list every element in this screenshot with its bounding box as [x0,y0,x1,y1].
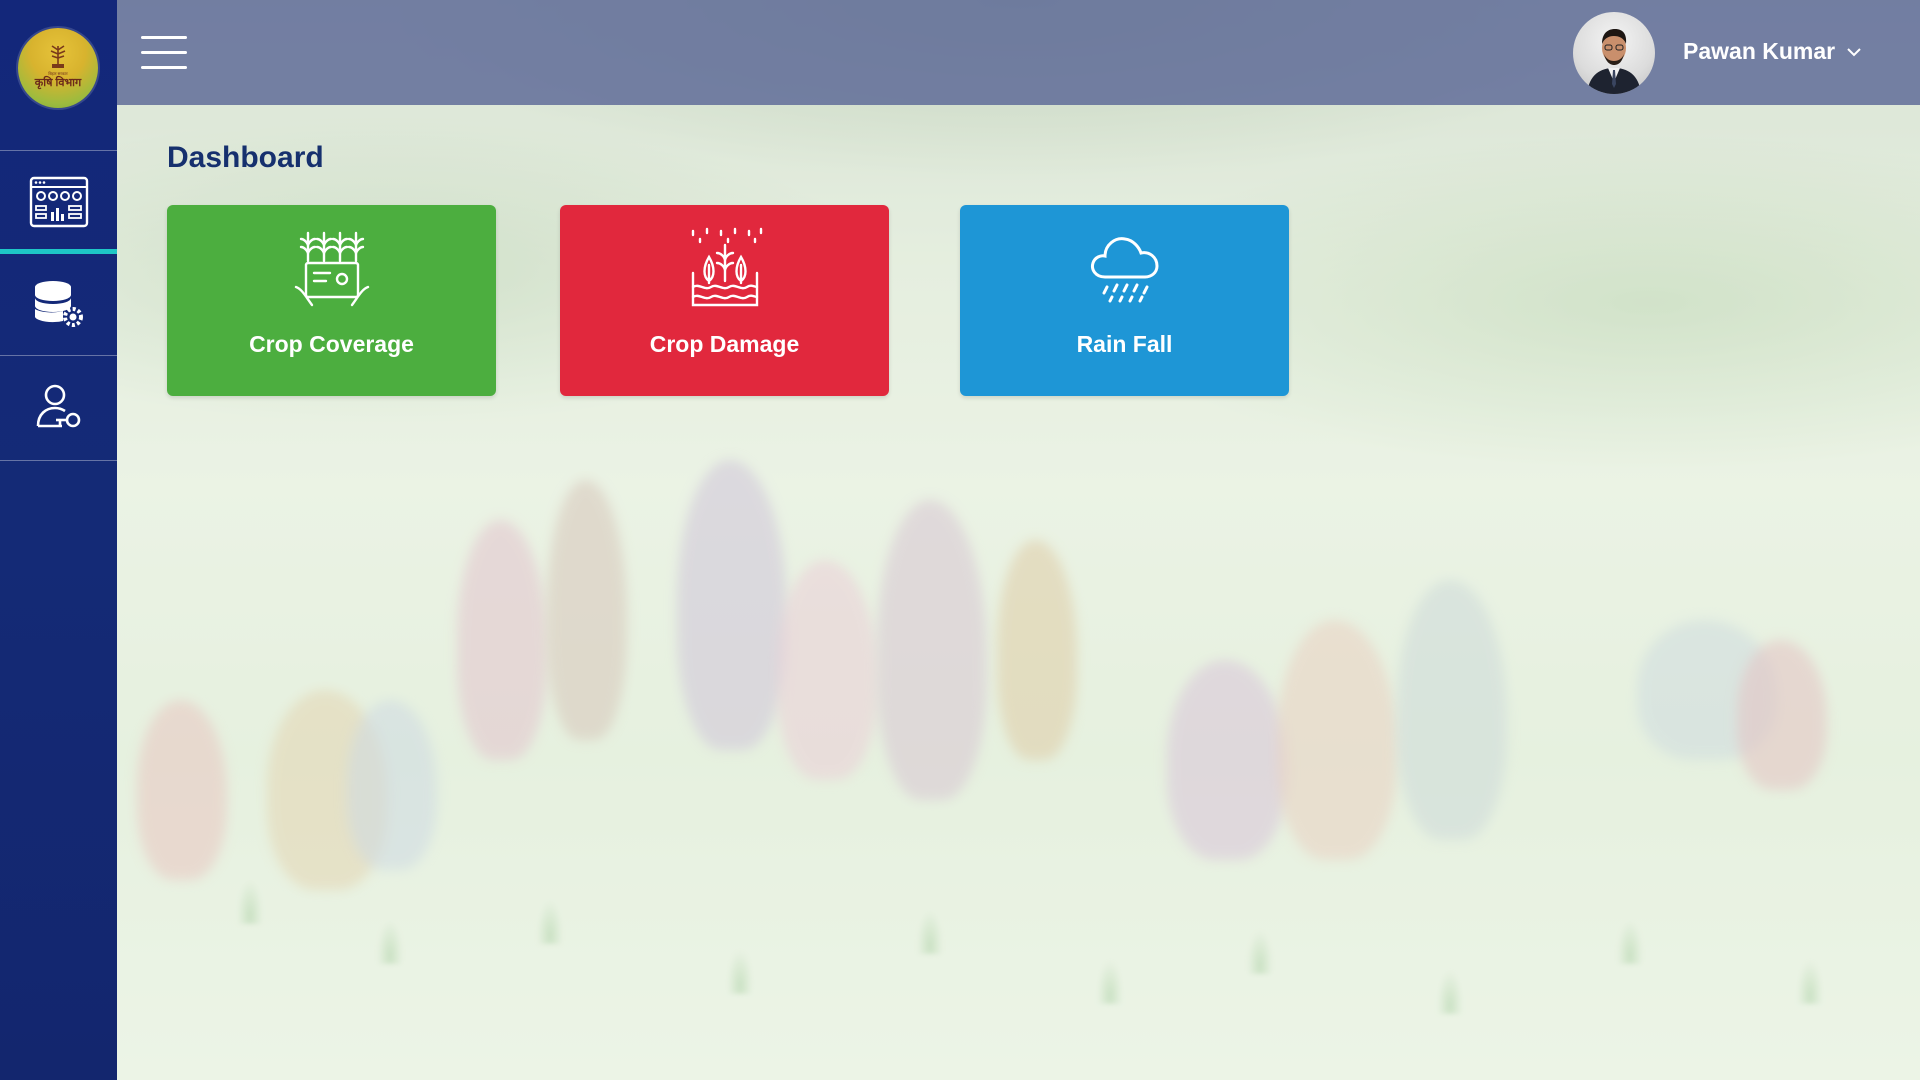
rain-fall-label: Rain Fall [1076,331,1173,357]
crop-coverage-card[interactable]: Crop Coverage [167,205,496,396]
top-header: Pawan Kumar [117,0,1920,105]
page-title: Dashboard [167,141,324,174]
user-key-icon [36,384,80,428]
emblem-icon [50,44,66,68]
database-gear-icon [34,281,83,327]
sidebar: बिहार सरकार कृषि विभाग [0,0,117,1080]
crop-damage-icon [683,227,767,311]
user-photo [1587,29,1641,94]
crop-damage-card[interactable]: Crop Damage [560,205,889,396]
sidebar-item-user-key[interactable] [0,355,117,459]
chevron-down-icon [1847,47,1861,56]
logo-subtext: बिहार सरकार [48,70,68,76]
rain-fall-card[interactable]: Rain Fall [960,205,1289,396]
sidebar-item-database-settings[interactable] [0,252,117,356]
hamburger-menu-button[interactable] [141,34,187,70]
rain-cloud-icon [1083,227,1167,311]
crop-damage-label: Crop Damage [649,331,800,357]
sidebar-divider [0,460,117,461]
crop-coverage-icon [290,227,374,311]
user-name: Pawan Kumar [1683,38,1836,64]
dashboard-grid-icon [29,176,88,228]
background-overlay [117,0,1920,1080]
department-logo[interactable]: बिहार सरकार कृषि विभाग [18,28,98,108]
logo-text: कृषि विभाग [34,76,82,89]
user-menu[interactable]: Pawan Kumar [1683,38,1863,65]
user-avatar[interactable] [1573,12,1655,94]
sidebar-item-dashboard[interactable] [0,150,117,254]
crop-coverage-label: Crop Coverage [249,331,414,357]
